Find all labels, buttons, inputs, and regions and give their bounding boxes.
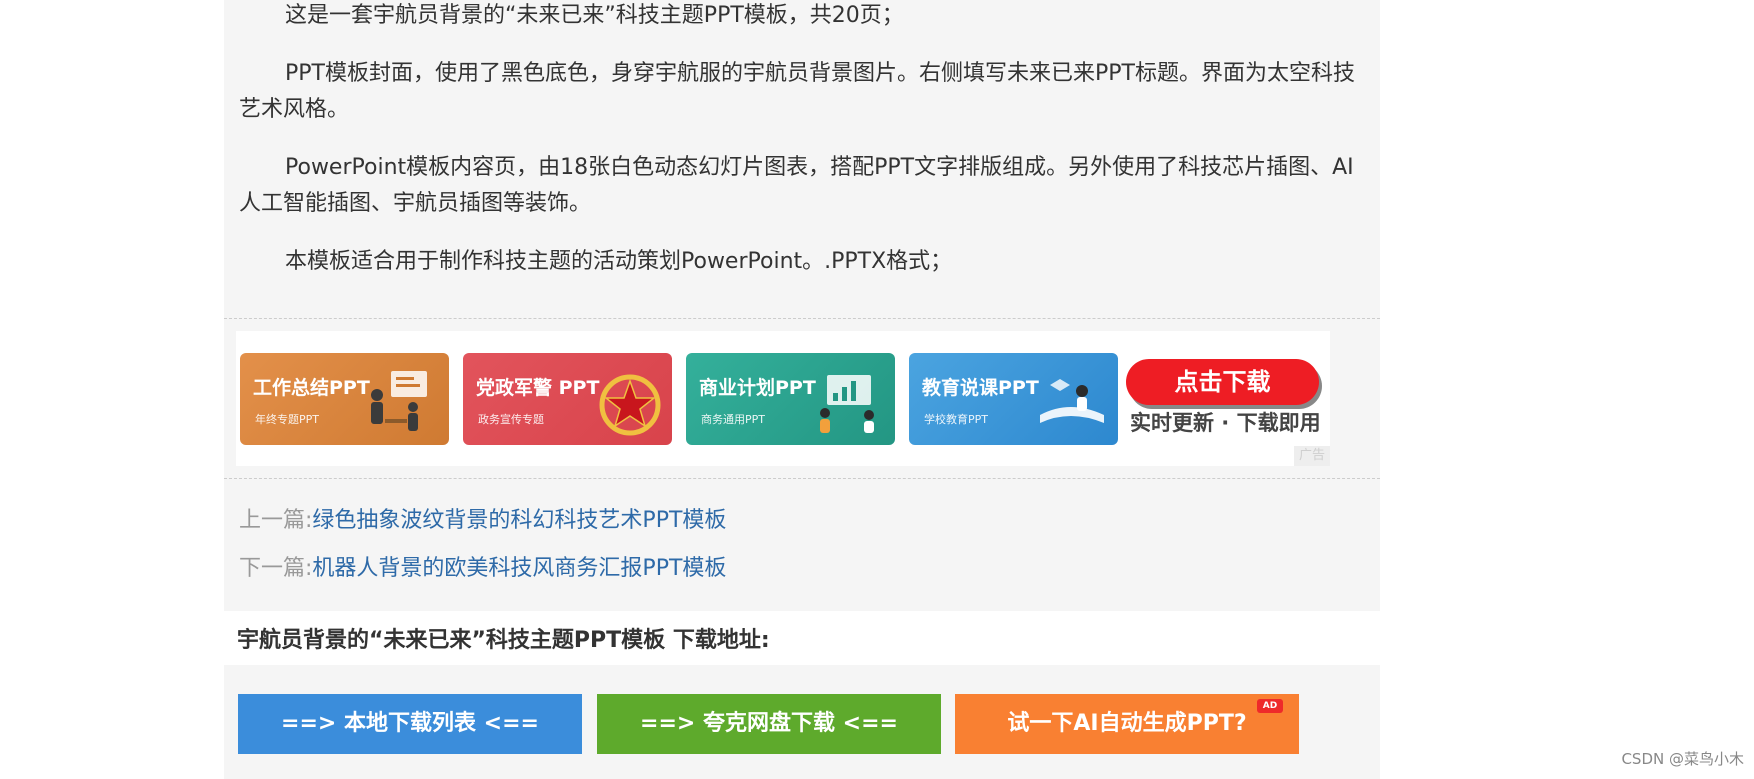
local-download-button[interactable]: ==> 本地下载列表 <== bbox=[238, 694, 582, 754]
ai-generate-button[interactable]: 试一下AI自动生成PPT? AD bbox=[955, 694, 1299, 754]
divider bbox=[224, 318, 1380, 319]
divider bbox=[224, 478, 1380, 479]
prev-article: 上一篇:绿色抽象波纹背景的科幻科技艺术PPT模板 bbox=[239, 506, 726, 536]
prev-article-label: 上一篇: bbox=[239, 508, 313, 533]
banner-card-education[interactable]: 教育说课PPT 学校教育PPT bbox=[909, 353, 1118, 445]
next-article-link[interactable]: 机器人背景的欧美科技风商务汇报PPT模板 bbox=[312, 556, 726, 581]
ad-badge: AD bbox=[1257, 699, 1283, 713]
watermark: CSDN @菜鸟小木 bbox=[1621, 750, 1744, 768]
quark-download-button[interactable]: ==> 夸克网盘下载 <== bbox=[597, 694, 941, 754]
ai-generate-label: 试一下AI自动生成PPT? bbox=[1007, 711, 1247, 736]
card-title: 商业计划PPT bbox=[699, 377, 816, 399]
download-section-title: 宇航员背景的“未来已来”科技主题PPT模板 下载地址: bbox=[237, 628, 770, 653]
banner-card-work-summary[interactable]: 工作总结PPT 年终专题PPT bbox=[240, 353, 449, 445]
card-subtitle: 学校教育PPT bbox=[924, 413, 988, 426]
card-subtitle: 年终专题PPT bbox=[255, 413, 319, 426]
ad-label: 广告 bbox=[1294, 446, 1330, 466]
article-paragraph-2: PPT模板封面，使用了黑色底色，身穿宇航服的宇航员背景图片。右侧填写未来已来PP… bbox=[239, 61, 1355, 122]
next-article-label: 下一篇: bbox=[239, 556, 313, 581]
card-title: 工作总结PPT bbox=[253, 377, 370, 399]
card-subtitle: 政务宣传专题 bbox=[478, 413, 544, 426]
next-article: 下一篇:机器人背景的欧美科技风商务汇报PPT模板 bbox=[239, 554, 726, 584]
business-chart-icon bbox=[820, 375, 874, 433]
download-tagline: 实时更新 · 下载即用 bbox=[1130, 411, 1321, 435]
article-paragraph-1: 这是一套宇航员背景的“未来已来”科技主题PPT模板，共20页； bbox=[285, 3, 904, 28]
education-book-icon bbox=[1040, 379, 1104, 423]
office-meeting-icon bbox=[371, 371, 427, 431]
ad-banner[interactable]: 工作总结PPT 年终专题PPT 党政军警 PPT 政务宣传专题 商业计划PPT … bbox=[236, 331, 1330, 466]
banner-card-business-plan[interactable]: 商业计划PPT 商务通用PPT bbox=[686, 353, 895, 445]
red-star-icon bbox=[599, 374, 661, 436]
download-now-button[interactable]: 点击下载 bbox=[1126, 359, 1319, 405]
prev-article-link[interactable]: 绿色抽象波纹背景的科幻科技艺术PPT模板 bbox=[312, 508, 726, 533]
card-title: 教育说课PPT bbox=[922, 377, 1039, 399]
card-subtitle: 商务通用PPT bbox=[701, 413, 765, 426]
article-paragraph-4: 本模板适合用于制作科技主题的活动策划PowerPoint。.PPTX格式； bbox=[285, 249, 953, 274]
banner-card-party-government[interactable]: 党政军警 PPT 政务宣传专题 bbox=[463, 353, 672, 445]
article-paragraph-3: PowerPoint模板内容页，由18张白色动态幻灯片图表，搭配PPT文字排版组… bbox=[239, 155, 1354, 216]
card-title: 党政军警 PPT bbox=[476, 377, 600, 399]
